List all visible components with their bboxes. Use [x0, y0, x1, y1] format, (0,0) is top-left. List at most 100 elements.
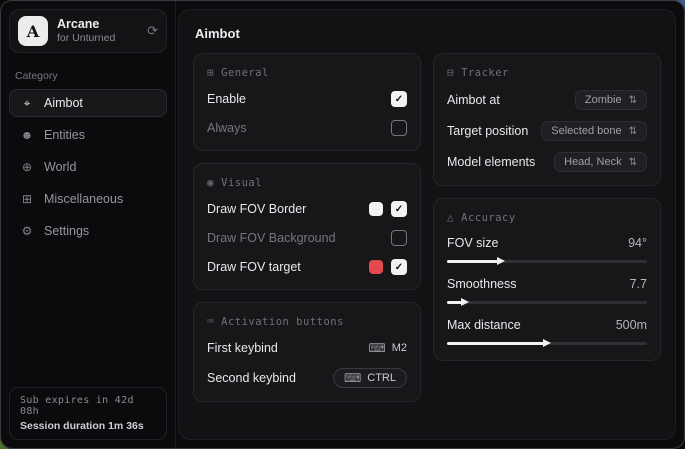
accuracy-icon: △ [447, 211, 454, 224]
setting-label: Target position [447, 124, 528, 138]
panel-title: Activation buttons [221, 316, 344, 328]
setting-row-fov-background: Draw FOV Background [207, 229, 407, 247]
crosshair-icon: ⌖ [20, 96, 34, 111]
session-duration-text: Session duration 1m 36s [20, 420, 156, 432]
chevron-up-down-icon: ⇅ [629, 157, 637, 168]
setting-label: Second keybind [207, 371, 296, 385]
slider-value: 7.7 [630, 277, 647, 291]
slider-track [447, 301, 647, 304]
sidebar-item-label: Aimbot [44, 96, 83, 110]
sidebar: A Arcane for Unturned ⟳ Category ⌖ Aimbo… [1, 1, 176, 448]
sidebar-item-world[interactable]: ⊕ World [9, 153, 167, 181]
dropdown-value: Head, Neck [564, 156, 621, 168]
panel-activation-buttons: ⌨ Activation buttons First keybind ⌨ M2 … [193, 302, 421, 402]
setting-row-fov-border: Draw FOV Border ✓ [207, 200, 407, 218]
sub-expiry-text: Sub expires in 42d 08h [20, 395, 156, 417]
panel-tracker: ⊟ Tracker Aimbot at Zombie ⇅ Target posi… [433, 53, 661, 186]
aimbot-at-dropdown[interactable]: Zombie ⇅ [575, 90, 647, 110]
app-title: Arcane [57, 17, 138, 33]
setting-label: Model elements [447, 155, 535, 169]
panel-general: ⊞ General Enable ✓ Always [193, 53, 421, 151]
first-keybind-button[interactable]: ⌨ M2 [368, 341, 407, 355]
gear-icon: ⚙ [20, 224, 34, 238]
keybind-value: M2 [392, 342, 407, 354]
sidebar-item-label: World [44, 160, 76, 174]
setting-row-first-keybind: First keybind ⌨ M2 [207, 339, 407, 357]
sidebar-item-label: Settings [44, 224, 89, 238]
keyboard-icon: ⌨ [207, 315, 214, 328]
refresh-icon[interactable]: ⟳ [147, 23, 158, 39]
enable-checkbox[interactable]: ✓ [391, 91, 407, 107]
setting-row-target-position: Target position Selected bone ⇅ [447, 121, 647, 141]
brand-text: Arcane for Unturned [57, 17, 138, 46]
check-icon: ✓ [395, 262, 403, 273]
color-swatch-white[interactable] [369, 202, 383, 216]
fov-border-checkbox[interactable]: ✓ [391, 201, 407, 217]
slider-thumb[interactable] [461, 298, 469, 306]
keybind-value: CTRL [367, 372, 396, 384]
setting-label: Draw FOV Border [207, 202, 306, 216]
panel-accuracy: △ Accuracy FOV size 94° [433, 198, 661, 361]
check-icon: ✓ [395, 94, 403, 105]
chevron-up-down-icon: ⇅ [629, 95, 637, 106]
setting-row-model-elements: Model elements Head, Neck ⇅ [447, 152, 647, 172]
setting-label: Max distance [447, 318, 521, 332]
setting-row-max-distance: Max distance 500m [447, 318, 647, 347]
target-position-dropdown[interactable]: Selected bone ⇅ [541, 121, 647, 141]
setting-label: Draw FOV Background [207, 231, 336, 245]
smoothness-slider[interactable] [447, 298, 647, 306]
page-title: Aimbot [195, 26, 661, 41]
setting-row-enable: Enable ✓ [207, 90, 407, 108]
sidebar-item-label: Miscellaneous [44, 192, 123, 206]
entity-icon: ☻ [20, 128, 34, 142]
main-area: Aimbot ⊞ General Enable ✓ A [176, 1, 684, 448]
slider-thumb[interactable] [543, 339, 551, 347]
model-elements-dropdown[interactable]: Head, Neck ⇅ [554, 152, 647, 172]
app-window: A Arcane for Unturned ⟳ Category ⌖ Aimbo… [0, 0, 685, 449]
app-logo: A [18, 16, 48, 46]
general-icon: ⊞ [207, 66, 214, 79]
panel-title: Tracker [461, 67, 509, 79]
setting-label: FOV size [447, 236, 498, 250]
setting-row-smoothness: Smoothness 7.7 [447, 277, 647, 306]
sidebar-item-miscellaneous[interactable]: ⊞ Miscellaneous [9, 185, 167, 213]
dropdown-value: Selected bone [551, 125, 621, 137]
main-card: Aimbot ⊞ General Enable ✓ A [178, 9, 676, 440]
grid-icon: ⊞ [20, 192, 34, 206]
fov-target-checkbox[interactable]: ✓ [391, 259, 407, 275]
panel-title: General [221, 67, 269, 79]
setting-label: Draw FOV target [207, 260, 301, 274]
left-column: ⊞ General Enable ✓ Always [193, 53, 421, 402]
globe-icon: ⊕ [20, 160, 34, 174]
sidebar-item-settings[interactable]: ⚙ Settings [9, 217, 167, 245]
setting-row-second-keybind: Second keybind ⌨ CTRL [207, 368, 407, 388]
setting-row-always: Always [207, 119, 407, 137]
second-keybind-button[interactable]: ⌨ CTRL [333, 368, 407, 388]
slider-fill [447, 342, 545, 345]
slider-fill [447, 260, 499, 263]
sidebar-item-aimbot[interactable]: ⌖ Aimbot [9, 89, 167, 117]
brand-card: A Arcane for Unturned ⟳ [9, 9, 167, 53]
check-icon: ✓ [395, 204, 403, 215]
setting-label: First keybind [207, 341, 278, 355]
panel-title: Accuracy [461, 212, 516, 224]
dropdown-value: Zombie [585, 94, 622, 106]
keyboard-icon: ⌨ [368, 341, 385, 355]
fov-size-slider[interactable] [447, 257, 647, 265]
sidebar-nav: ⌖ Aimbot ☻ Entities ⊕ World ⊞ Miscellane… [1, 89, 175, 245]
setting-row-fov-target: Draw FOV target ✓ [207, 258, 407, 276]
right-column: ⊟ Tracker Aimbot at Zombie ⇅ Target posi… [433, 53, 661, 361]
panel-title: Visual [221, 177, 262, 189]
color-swatch-red[interactable] [369, 260, 383, 274]
always-checkbox[interactable] [391, 120, 407, 136]
max-distance-slider[interactable] [447, 339, 647, 347]
subscription-info-box: Sub expires in 42d 08h Session duration … [9, 387, 167, 440]
category-label: Category [15, 70, 161, 82]
setting-label: Aimbot at [447, 93, 500, 107]
slider-thumb[interactable] [497, 257, 505, 265]
setting-label: Always [207, 121, 247, 135]
setting-row-fov-size: FOV size 94° [447, 236, 647, 265]
app-subtitle: for Unturned [57, 32, 138, 45]
sidebar-item-entities[interactable]: ☻ Entities [9, 121, 167, 149]
fov-background-checkbox[interactable] [391, 230, 407, 246]
